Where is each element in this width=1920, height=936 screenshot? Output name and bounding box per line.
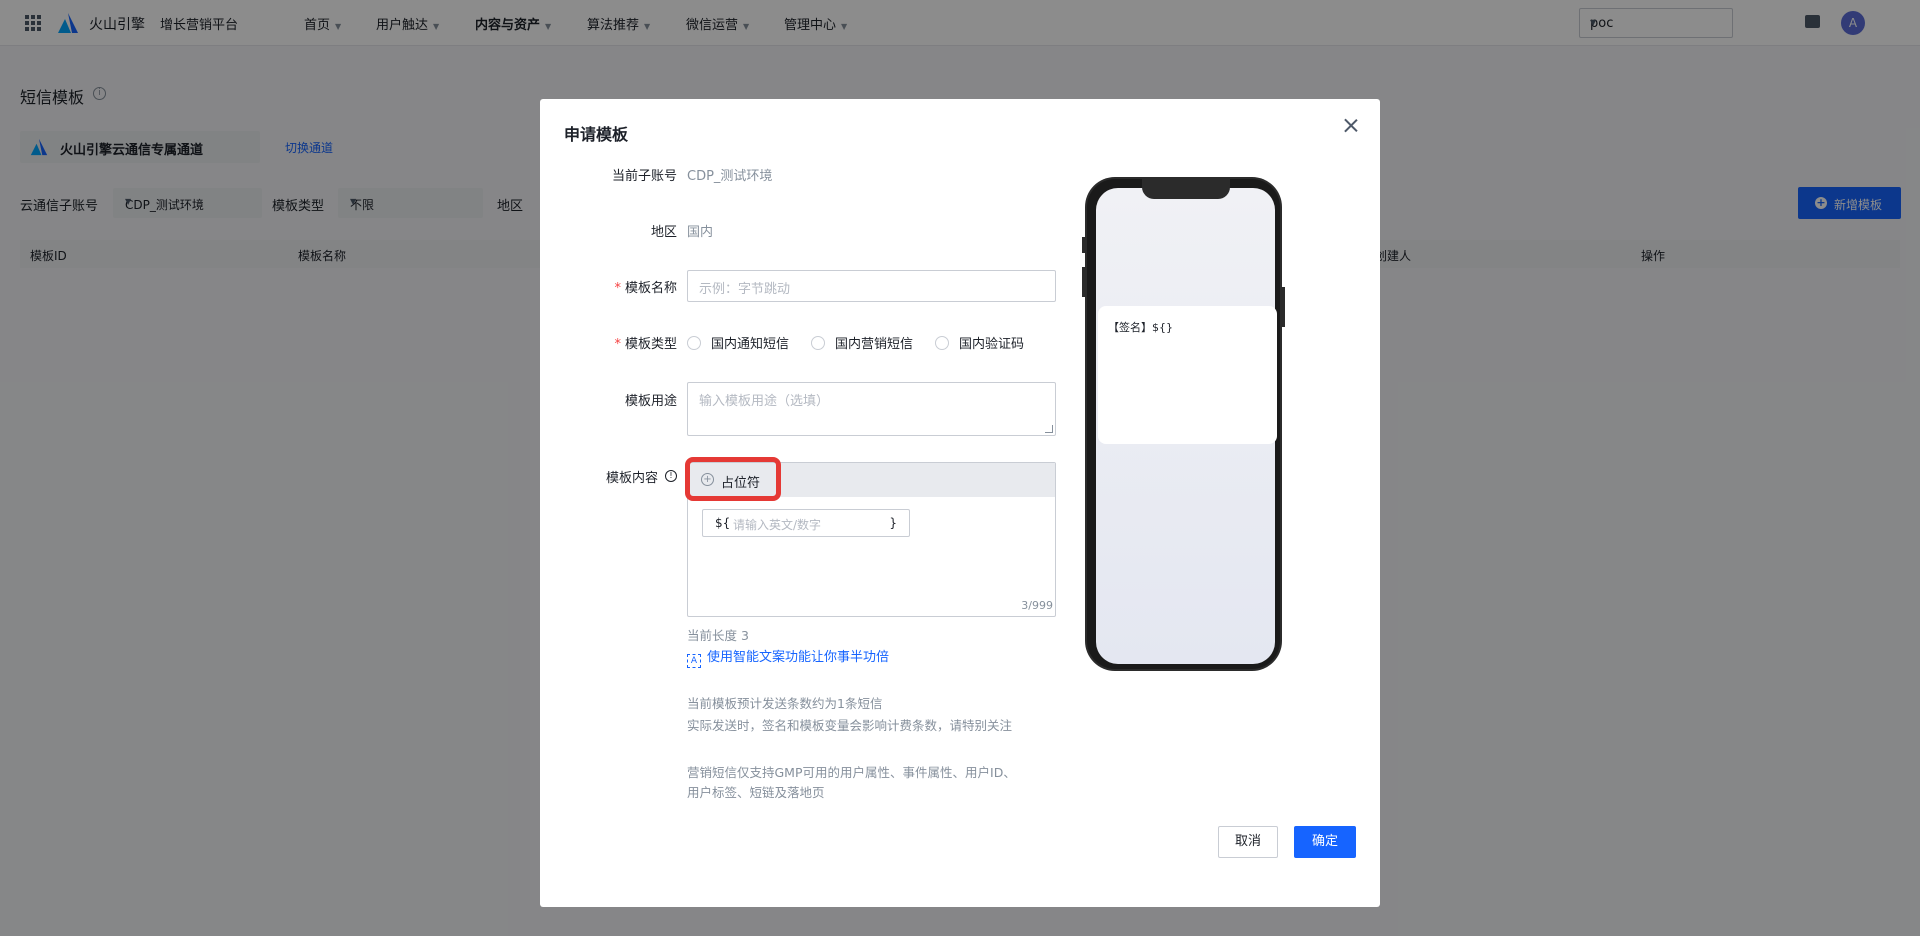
info-icon[interactable]: ! xyxy=(665,470,677,482)
required-mark: * xyxy=(614,337,621,352)
phone-preview: 【签名】${} xyxy=(1082,177,1285,671)
radio-domestic-notification[interactable]: 国内通知短信 xyxy=(687,333,789,352)
estimate-note: 当前模板预计发送条数约为1条短信 xyxy=(687,696,883,711)
radio-domestic-verification[interactable]: 国内验证码 xyxy=(935,333,1024,352)
billing-note: 实际发送时，签名和模板变量会影响计费条数，请特别关注 xyxy=(687,718,1013,733)
apply-template-dialog: 申请模板 当前子账号 CDP_测试环境 地区 国内 * 模板名称 示例：字节跳动 … xyxy=(540,99,1380,907)
template-name-label: * 模板名称 xyxy=(614,281,677,296)
current-length: 当前长度 3 xyxy=(687,628,749,643)
sub-account-label: 当前子账号 xyxy=(611,169,677,184)
resize-handle-icon[interactable] xyxy=(1045,425,1053,433)
radio-domestic-marketing[interactable]: 国内营销短信 xyxy=(811,333,913,352)
phone-side-button xyxy=(1082,267,1085,297)
highlight-annotation xyxy=(685,457,781,501)
sms-preview-bubble: 【签名】${} xyxy=(1098,306,1277,444)
char-counter: 3/999 xyxy=(1021,599,1053,612)
phone-side-button xyxy=(1082,237,1085,253)
close-icon[interactable] xyxy=(1342,117,1360,135)
ai-icon: A xyxy=(687,654,701,668)
phone-side-button xyxy=(1282,287,1285,327)
smart-copy-link[interactable]: A 使用智能文案功能让你事半功倍 xyxy=(687,646,889,668)
phone-notch xyxy=(1142,179,1230,199)
dialog-title: 申请模板 xyxy=(564,125,629,144)
radio-circle-icon xyxy=(935,336,949,350)
phone-bezel: 【签名】${} xyxy=(1087,179,1280,669)
sub-account-value: CDP_测试环境 xyxy=(687,169,773,184)
variable-input[interactable]: ${ 请输入英文/数字 } xyxy=(702,509,910,537)
template-usage-label: 模板用途 xyxy=(624,394,677,409)
radio-circle-icon xyxy=(811,336,825,350)
confirm-button[interactable]: 确定 xyxy=(1294,826,1356,858)
template-content-label: 模板内容 xyxy=(605,471,658,486)
cancel-button[interactable]: 取消 xyxy=(1218,826,1278,858)
required-mark: * xyxy=(614,281,621,296)
phone-screen: 【签名】${} xyxy=(1096,188,1277,664)
region-value: 国内 xyxy=(687,225,714,240)
template-name-input[interactable]: 示例：字节跳动 xyxy=(687,270,1056,302)
marketing-note-line1: 营销短信仅支持GMP可用的用户属性、事件属性、用户ID、 xyxy=(687,765,1016,780)
marketing-note-line2: 用户标签、短链及落地页 xyxy=(687,785,825,800)
region-label: 地区 xyxy=(650,225,677,240)
radio-circle-icon xyxy=(687,336,701,350)
sms-preview-text: 【签名】${} xyxy=(1108,321,1173,334)
template-type-label: * 模板类型 xyxy=(614,337,677,352)
template-usage-input[interactable]: 输入模板用途（选填） xyxy=(687,382,1056,436)
